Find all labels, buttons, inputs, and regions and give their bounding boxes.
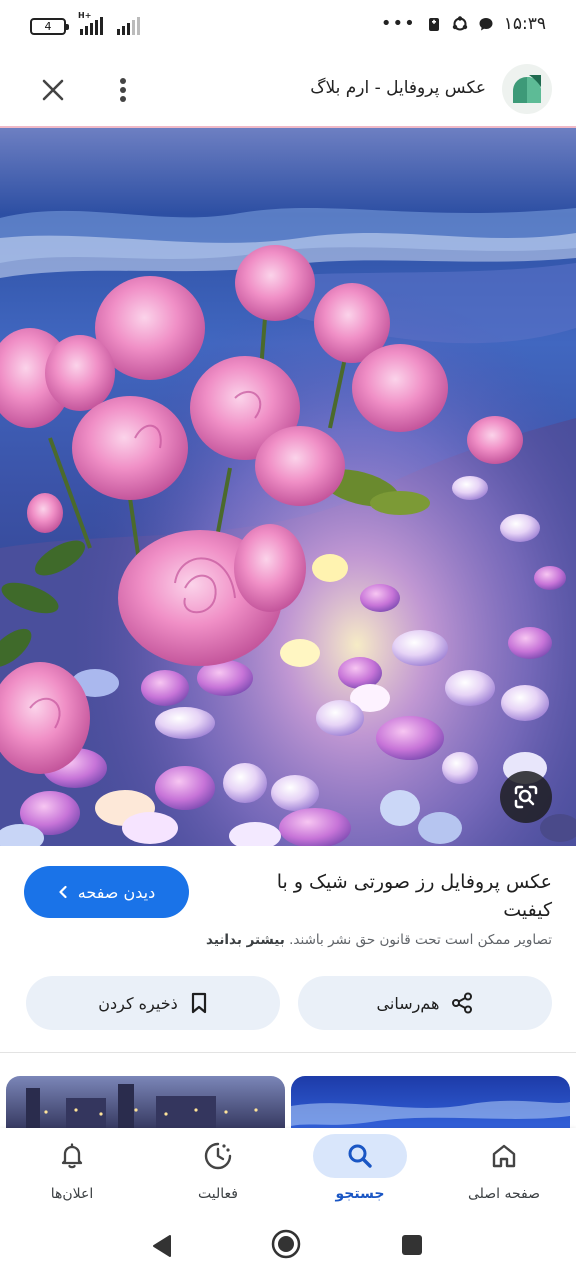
nav-search-pill <box>313 1134 407 1178</box>
close-button[interactable] <box>36 73 70 107</box>
save-label: ذخیره کردن <box>98 993 178 1013</box>
sync-icon <box>452 16 467 31</box>
chevron-left-icon <box>59 885 67 899</box>
main-image[interactable] <box>0 128 576 846</box>
site-logo-icon <box>513 75 541 103</box>
visit-page-label: دیدن صفحه <box>77 882 156 902</box>
recent-apps-icon[interactable] <box>400 1233 424 1257</box>
battery-icon: 4 <box>30 17 69 35</box>
nav-notifications[interactable]: اعلان‌ها <box>12 1134 132 1220</box>
close-icon <box>42 79 64 101</box>
copyright-text: تصاویر ممکن است تحت قانون حق نشر باشند. <box>289 932 552 948</box>
status-right: ••• ۱۵:۳۹ <box>381 14 546 34</box>
more-vert-icon <box>120 78 126 102</box>
bottom-navigation: صفحه اصلی جستجو فعالیت اعل <box>0 1128 576 1220</box>
mobile-signal-2-icon <box>117 17 140 35</box>
nav-search[interactable]: جستجو <box>300 1134 420 1220</box>
bell-icon <box>61 1143 83 1169</box>
site-title[interactable]: عکس پروفایل - ارم بلاگ <box>310 78 486 98</box>
mobile-signal-icon: H+ <box>78 11 103 35</box>
system-navigation-bar <box>0 1220 576 1280</box>
search-icon <box>348 1144 372 1168</box>
chat-icon <box>479 18 493 31</box>
copyright-notice: تصاویر ممکن است تحت قانون حق نشر باشند. … <box>206 932 552 948</box>
nav-home-label: صفحه اصلی <box>467 1186 541 1202</box>
back-icon[interactable] <box>150 1233 174 1259</box>
learn-more-link[interactable]: بیشتر بدانید <box>206 932 285 948</box>
nav-activity-pill <box>171 1134 265 1178</box>
nav-activity[interactable]: فعالیت <box>158 1134 278 1220</box>
related-image-thumbnail[interactable] <box>6 1076 285 1136</box>
more-options-button[interactable] <box>108 73 138 107</box>
nav-activity-label: فعالیت <box>198 1186 238 1202</box>
network-type: H+ <box>78 11 92 20</box>
lens-icon <box>514 785 538 809</box>
related-image-thumbnail[interactable] <box>291 1076 570 1136</box>
share-button[interactable]: هم‌رسانی <box>298 976 552 1030</box>
image-viewer-header: عکس پروفایل - ارم بلاگ <box>0 56 576 126</box>
activity-icon <box>204 1142 232 1170</box>
share-icon <box>452 992 473 1014</box>
home-icon <box>492 1144 516 1168</box>
overflow-dots: ••• <box>380 13 416 34</box>
visit-page-button[interactable]: دیدن صفحه <box>24 866 189 918</box>
nav-search-label: جستجو <box>335 1186 385 1202</box>
battery-level: 4 <box>44 19 52 33</box>
image-title: عکس پروفایل رز صورتی شیک و با کیفیت <box>276 871 552 921</box>
bookmark-icon <box>191 992 206 1014</box>
lens-search-button[interactable] <box>500 771 552 823</box>
status-left: 4 H+ <box>30 11 140 35</box>
notification-icon <box>428 18 439 31</box>
nav-home[interactable]: صفحه اصلی <box>444 1134 564 1220</box>
status-time: ۱۵:۳۹ <box>503 14 546 34</box>
home-button-icon[interactable] <box>270 1228 302 1260</box>
share-label: هم‌رسانی <box>376 993 440 1013</box>
ocean-thumbnail <box>291 1076 570 1136</box>
save-button[interactable]: ذخیره کردن <box>26 976 280 1030</box>
status-bar: 4 H+ ••• ۱۵:۳۹ <box>0 0 576 56</box>
site-favicon <box>502 64 552 114</box>
rose-beach-photo <box>0 128 576 846</box>
nav-home-pill <box>457 1134 551 1178</box>
nav-notifications-pill <box>25 1134 119 1178</box>
nav-notifications-label: اعلان‌ها <box>50 1186 94 1202</box>
city-night-thumbnail <box>6 1076 285 1136</box>
section-divider <box>0 1052 576 1053</box>
